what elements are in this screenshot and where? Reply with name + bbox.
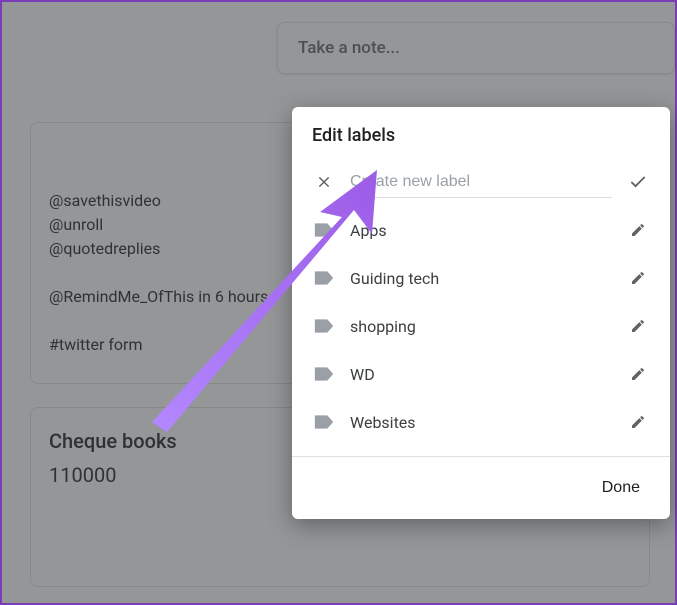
label-item: Apps xyxy=(292,206,670,254)
checkmark-icon[interactable] xyxy=(618,172,658,192)
label-item: Websites xyxy=(292,398,670,446)
pencil-icon[interactable] xyxy=(618,366,658,382)
label-name: WD xyxy=(344,365,618,384)
label-icon[interactable] xyxy=(304,366,344,382)
label-item: WD xyxy=(292,350,670,398)
label-name: Guiding tech xyxy=(344,269,618,288)
done-button[interactable]: Done xyxy=(592,471,650,505)
close-icon[interactable] xyxy=(304,174,344,190)
pencil-icon[interactable] xyxy=(618,318,658,334)
pencil-icon[interactable] xyxy=(618,270,658,286)
dialog-title: Edit labels xyxy=(292,107,670,158)
label-icon[interactable] xyxy=(304,222,344,238)
label-icon[interactable] xyxy=(304,318,344,334)
label-name: Apps xyxy=(344,221,618,240)
label-icon[interactable] xyxy=(304,414,344,430)
dialog-footer: Done xyxy=(292,457,670,519)
label-icon[interactable] xyxy=(304,270,344,286)
create-label-input[interactable] xyxy=(350,167,612,198)
label-item: Guiding tech xyxy=(292,254,670,302)
label-name: shopping xyxy=(344,317,618,336)
label-item: shopping xyxy=(292,302,670,350)
pencil-icon[interactable] xyxy=(618,222,658,238)
edit-labels-dialog: Edit labels Apps Guiding tech shopping xyxy=(292,107,670,519)
label-name: Websites xyxy=(344,413,618,432)
pencil-icon[interactable] xyxy=(618,414,658,430)
create-label-row xyxy=(292,158,670,206)
